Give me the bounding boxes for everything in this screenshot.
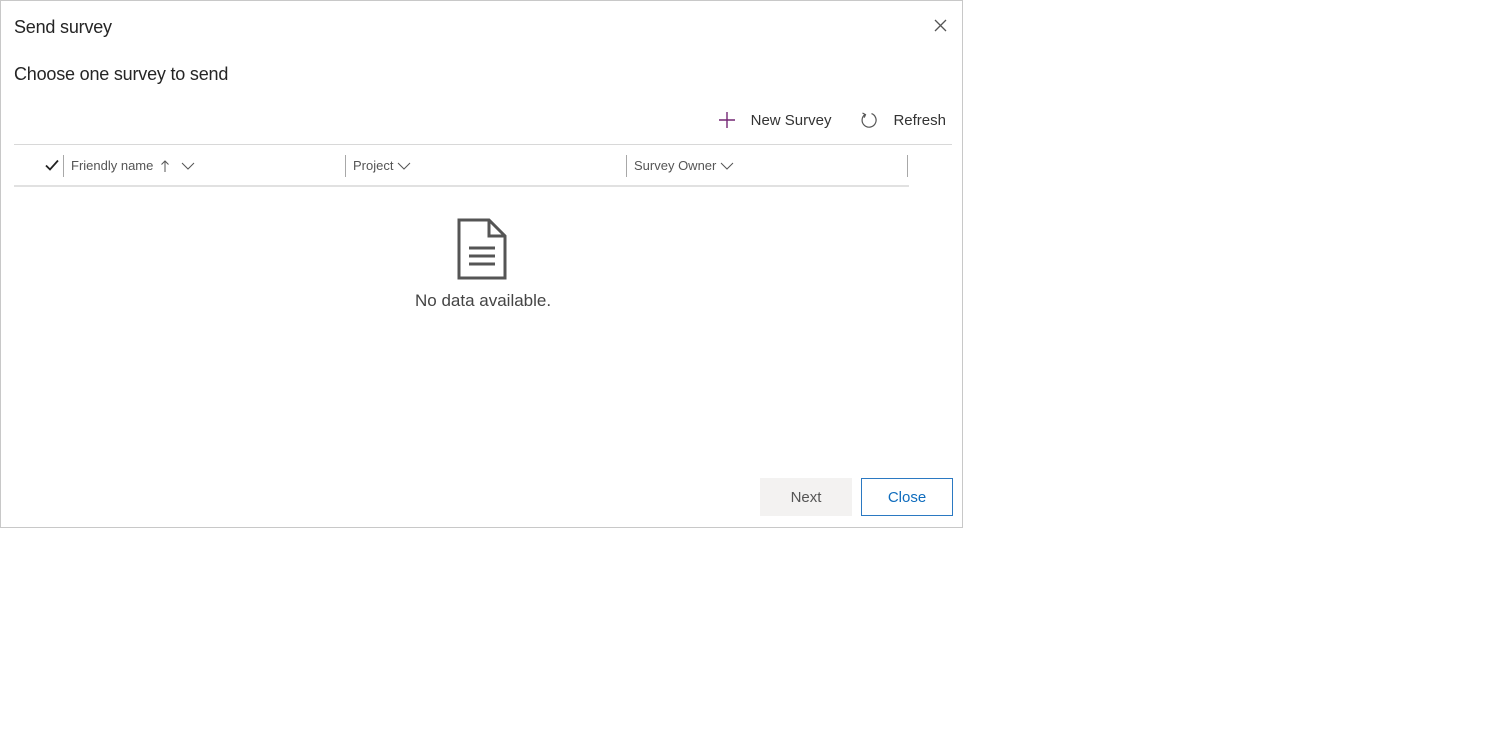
column-label: Friendly name xyxy=(71,158,154,173)
plus-icon xyxy=(717,110,737,130)
column-separator xyxy=(345,155,346,177)
column-separator xyxy=(626,155,627,177)
new-survey-label: New Survey xyxy=(750,111,832,129)
refresh-button[interactable]: Refresh xyxy=(859,110,946,130)
column-header-friendly-name[interactable]: Friendly name xyxy=(71,158,195,173)
close-icon[interactable] xyxy=(930,15,952,37)
empty-state-text: No data available. xyxy=(415,291,552,310)
column-header-project[interactable]: Project xyxy=(353,158,411,173)
refresh-icon xyxy=(859,110,879,130)
close-button[interactable]: Close xyxy=(861,478,953,516)
toolbar-divider xyxy=(14,144,952,145)
column-label: Survey Owner xyxy=(634,158,717,173)
dialog-title: Send survey xyxy=(14,17,112,37)
chevron-down-icon xyxy=(720,161,734,171)
column-label: Project xyxy=(353,158,394,173)
sort-ascending-icon xyxy=(159,159,171,173)
dialog-subtitle: Choose one survey to send xyxy=(14,64,229,84)
column-separator xyxy=(907,155,908,177)
chevron-down-icon xyxy=(181,161,195,171)
new-survey-button[interactable]: New Survey xyxy=(717,110,832,130)
send-survey-dialog: Send survey Choose one survey to send Ne… xyxy=(0,0,963,528)
grid-toolbar: New Survey Refresh xyxy=(689,107,946,133)
column-header-survey-owner[interactable]: Survey Owner xyxy=(634,158,734,173)
select-all-checkmark-icon[interactable] xyxy=(44,157,60,173)
column-separator xyxy=(63,155,64,177)
refresh-label: Refresh xyxy=(893,111,946,129)
grid-header: Friendly name Project Survey Owner xyxy=(14,151,909,187)
next-button[interactable]: Next xyxy=(760,478,852,516)
document-icon xyxy=(457,218,507,280)
chevron-down-icon xyxy=(397,161,411,171)
